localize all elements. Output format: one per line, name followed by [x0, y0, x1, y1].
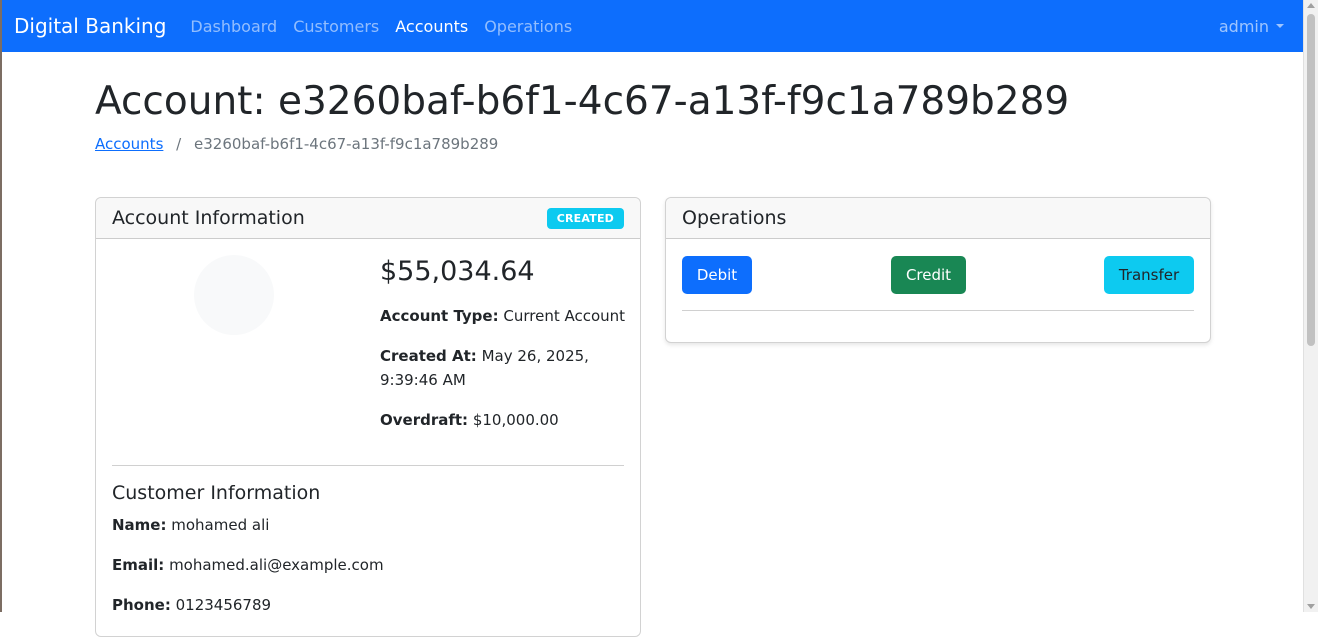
account-info-title: Account Information	[112, 207, 305, 229]
operations-card: Operations Debit Credit Transfer	[665, 197, 1211, 343]
operations-divider	[682, 310, 1194, 311]
account-type-label: Account Type:	[380, 307, 499, 325]
customer-email-row: Email: mohamed.ali@example.com	[112, 554, 384, 576]
account-info-card: Account Information CREATED $55,034.64 A…	[95, 197, 641, 637]
operations-header: Operations	[666, 198, 1210, 239]
section-divider	[112, 465, 624, 466]
nav-link-accounts[interactable]: Accounts	[387, 17, 476, 36]
brand-link[interactable]: Digital Banking	[14, 14, 166, 38]
account-type-value: Current Account	[503, 307, 626, 325]
customer-email-label: Email:	[112, 556, 165, 574]
window-edge	[0, 0, 2, 612]
breadcrumb-accounts-link[interactable]: Accounts	[95, 135, 163, 153]
customer-name-row: Name: mohamed ali	[112, 514, 269, 536]
customer-email-value: mohamed.ali@example.com	[169, 556, 384, 574]
avatar-placeholder	[194, 255, 274, 335]
customer-phone-value: 0123456789	[175, 596, 272, 614]
nav-link-operations[interactable]: Operations	[476, 17, 580, 36]
account-info-header: Account Information CREATED	[96, 198, 640, 239]
customer-phone-row: Phone: 0123456789	[112, 594, 271, 616]
nav-link-customers[interactable]: Customers	[285, 17, 387, 36]
breadcrumb-current: e3260baf-b6f1-4c67-a13f-f9c1a789b289	[194, 135, 499, 153]
overdraft-value: $10,000.00	[472, 411, 559, 429]
user-name: admin	[1218, 16, 1269, 36]
account-type-row: Account Type: Current Account	[380, 304, 625, 328]
account-balance: $55,034.64	[380, 256, 535, 287]
breadcrumb-separator: /	[176, 135, 182, 153]
breadcrumb: Accounts / e3260baf-b6f1-4c67-a13f-f9c1a…	[95, 134, 498, 154]
credit-button[interactable]: Credit	[891, 256, 966, 294]
scrollbar-thumb[interactable]	[1307, 14, 1315, 346]
caret-down-icon	[1276, 24, 1284, 28]
vertical-scrollbar[interactable]	[1303, 0, 1318, 612]
customer-name-label: Name:	[112, 516, 167, 534]
top-navbar: Digital Banking Dashboard Customers Acco…	[2, 0, 1304, 52]
overdraft-row: Overdraft: $10,000.00	[380, 408, 559, 432]
created-at-label: Created At:	[380, 347, 477, 365]
debit-button[interactable]: Debit	[682, 256, 752, 294]
transfer-button[interactable]: Transfer	[1104, 256, 1194, 294]
overdraft-label: Overdraft:	[380, 411, 469, 429]
user-dropdown[interactable]: admin	[1219, 17, 1284, 36]
customer-name-value: mohamed ali	[171, 516, 270, 534]
operations-title: Operations	[682, 207, 787, 229]
nav-link-dashboard[interactable]: Dashboard	[182, 17, 285, 36]
nav-links: Dashboard Customers Accounts Operations	[182, 17, 580, 36]
customer-info-heading: Customer Information	[112, 482, 321, 504]
scroll-up-arrow-icon[interactable]	[1307, 3, 1315, 8]
customer-phone-label: Phone:	[112, 596, 171, 614]
page-title: Account: e3260baf-b6f1-4c67-a13f-f9c1a78…	[95, 79, 1070, 124]
scroll-down-arrow-icon[interactable]	[1307, 604, 1315, 609]
created-at-row: Created At: May 26, 2025, 9:39:46 AM	[380, 344, 595, 392]
status-badge: CREATED	[546, 207, 624, 229]
